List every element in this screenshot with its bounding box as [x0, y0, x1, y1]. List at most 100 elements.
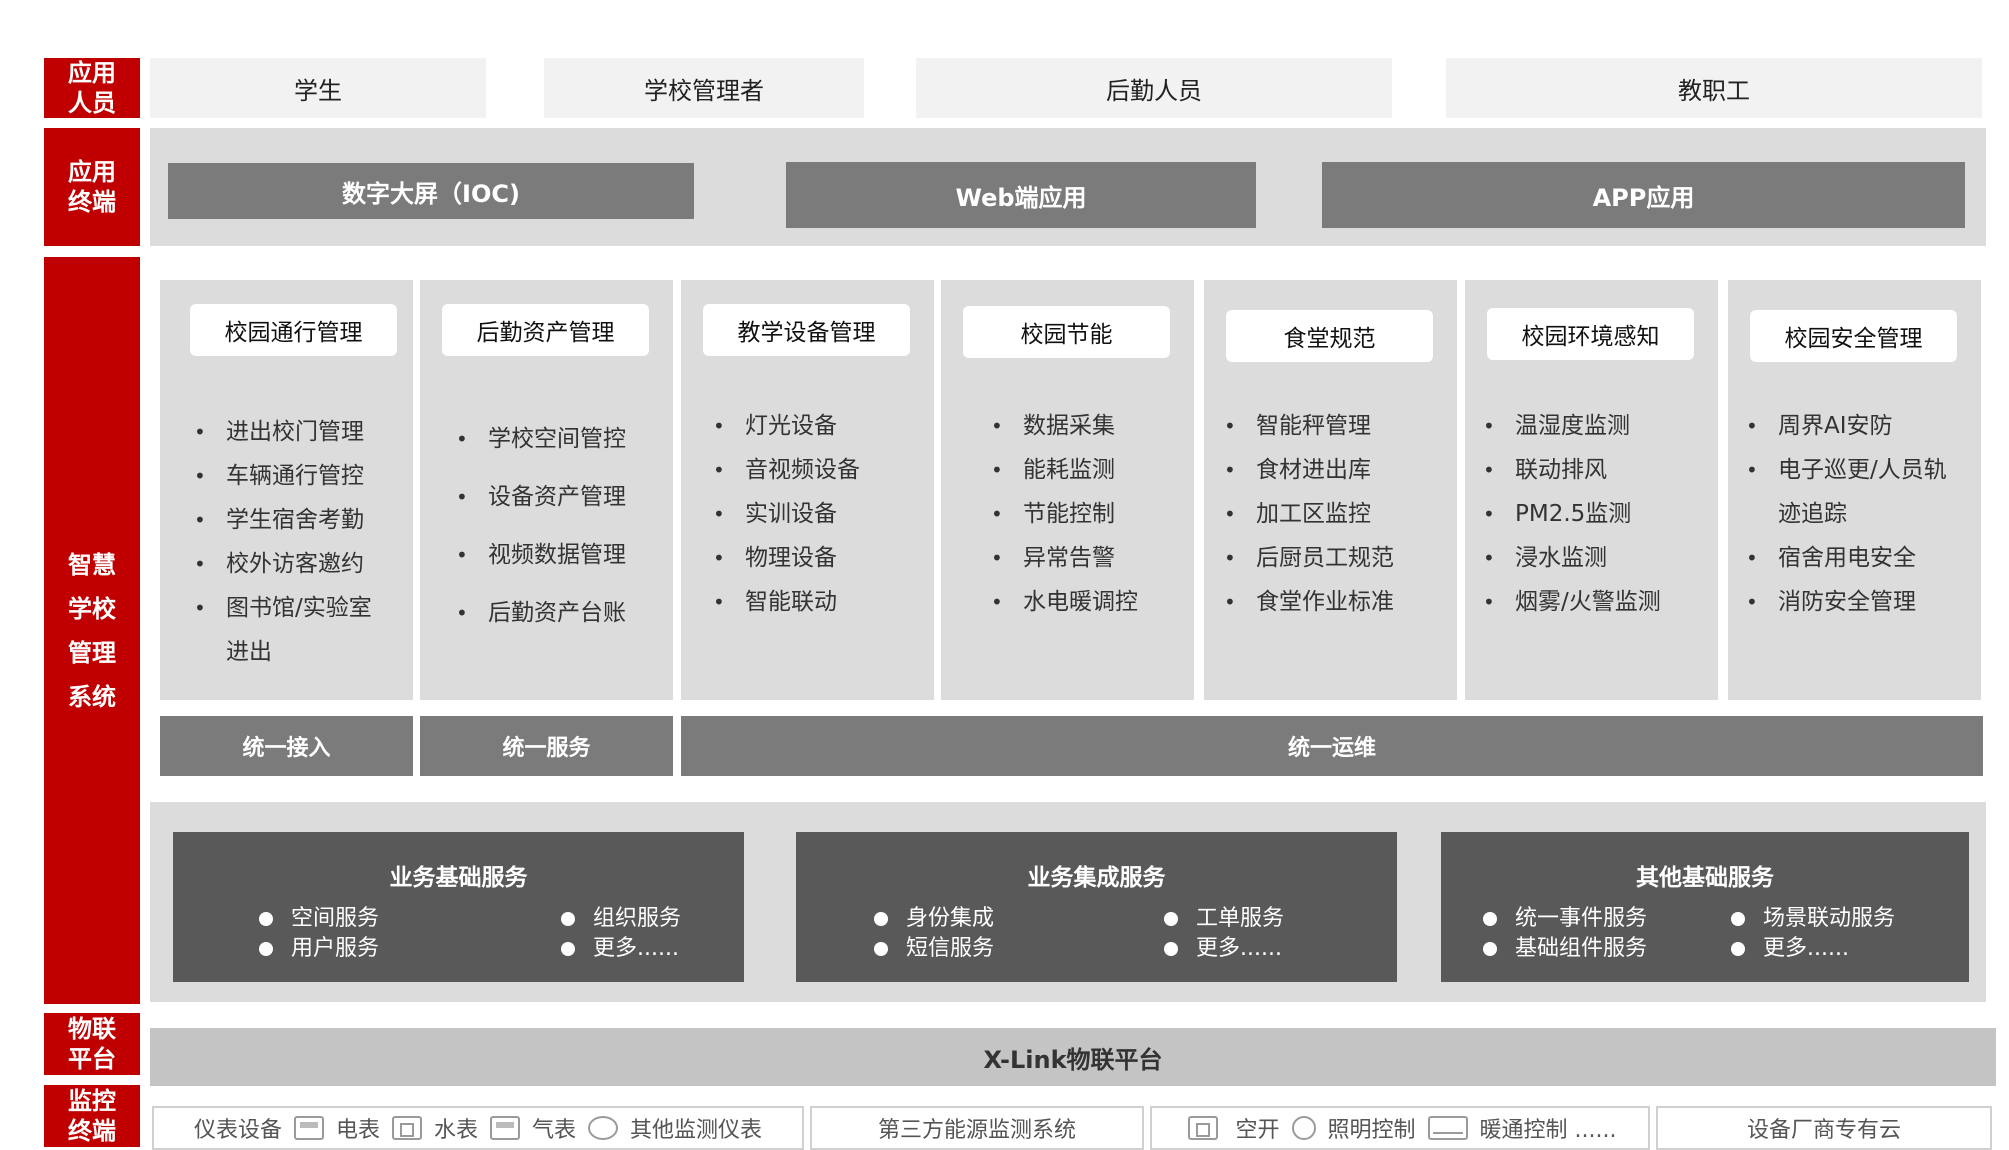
module-list: 数据采集 能耗监测 节能控制 异常告警 水电暖调控 [985, 404, 1185, 624]
list-item: 加工区监控 [1218, 492, 1448, 536]
list-item: 图书馆/实验室进出 [188, 586, 376, 674]
module-title: 教学设备管理 [703, 304, 910, 356]
module-list: 温湿度监测 联动排风 PM2.5监测 浸水监测 烟雾/火警监测 [1477, 404, 1707, 624]
module-column: 校园安全管理 周界AI安防 电子巡更/人员轨迹追踪 宿舍用电安全 消防安全管理 [1728, 280, 1981, 700]
list-item: 学生宿舍考勤 [188, 498, 398, 542]
monitor-group-meters: 仪表设备 电表 水表 气表 其他监测仪表 [152, 1106, 804, 1150]
service-box: 其他基础服务 统一事件服务 场景联动服务 基础组件服务 更多...... [1441, 832, 1969, 982]
terminal-ioc: 数字大屏（IOC) [168, 163, 694, 219]
module-column: 后勤资产管理 学校空间管控 设备资产管理 视频数据管理 后勤资产台账 [420, 280, 673, 700]
list-item: 食材进出库 [1218, 448, 1448, 492]
list-item: 能耗监测 [985, 448, 1185, 492]
module-list: 灯光设备 音视频设备 实训设备 物理设备 智能联动 [707, 404, 917, 624]
service-item: 更多...... [561, 934, 679, 964]
monitor-item: 仪表设备 [193, 1118, 282, 1143]
service-item: 身份集成 [874, 904, 994, 934]
list-item: 智能联动 [707, 580, 917, 624]
monitor-item: 水表 [433, 1118, 478, 1143]
terminal-app: APP应用 [1322, 162, 1965, 228]
module-list: 进出校门管理 车辆通行管控 学生宿舍考勤 校外访客邀约 图书馆/实验室进出 [188, 410, 398, 674]
list-item: 灯光设备 [707, 404, 917, 448]
module-list: 周界AI安防 电子巡更/人员轨迹追踪 宿舍用电安全 消防安全管理 [1740, 404, 1964, 624]
module-column: 校园环境感知 温湿度监测 联动排风 PM2.5监测 浸水监测 烟雾/火警监测 [1465, 280, 1718, 700]
xlink-platform: X-Link物联平台 [150, 1028, 1996, 1086]
list-item: 进出校门管理 [188, 410, 398, 454]
service-item: 场景联动服务 [1731, 904, 1895, 934]
user-logistics: 后勤人员 [916, 58, 1392, 118]
hvac-icon [1427, 1116, 1468, 1140]
module-column: 校园通行管理 进出校门管理 车辆通行管控 学生宿舍考勤 校外访客邀约 图书馆/实… [160, 280, 413, 700]
list-item: 浸水监测 [1477, 536, 1707, 580]
monitor-item: 设备厂商专有云 [1746, 1118, 1901, 1143]
unified-service-bar: 统一服务 [420, 716, 673, 776]
list-item: 智能秤管理 [1218, 404, 1448, 448]
module-list: 智能秤管理 食材进出库 加工区监控 后厨员工规范 食堂作业标准 [1218, 404, 1448, 624]
user-staff: 教职工 [1446, 58, 1982, 118]
list-item: 烟雾/火警监测 [1477, 580, 1707, 624]
list-item: PM2.5监测 [1477, 492, 1707, 536]
module-title: 食堂规范 [1226, 310, 1433, 362]
list-item: 后厨员工规范 [1218, 536, 1448, 580]
monitor-item: 电表 [335, 1118, 380, 1143]
module-title: 校园通行管理 [190, 304, 397, 356]
list-item: 校外访客邀约 [188, 542, 398, 586]
monitor-item: 其他监测仪表 [630, 1118, 763, 1143]
lighting-icon [1291, 1116, 1316, 1140]
module-title: 校园环境感知 [1487, 308, 1694, 360]
unified-ops-bar: 统一运维 [681, 716, 1983, 776]
list-item: 车辆通行管控 [188, 454, 398, 498]
layer-label-system: 智慧学校管理系统 [44, 257, 140, 1004]
service-item: 基础组件服务 [1483, 934, 1647, 964]
list-item: 周界AI安防 [1740, 404, 1964, 448]
service-item: 工单服务 [1164, 904, 1284, 934]
list-item: 食堂作业标准 [1218, 580, 1448, 624]
list-item: 异常告警 [985, 536, 1185, 580]
other-meter-icon [588, 1116, 619, 1140]
module-column: 校园节能 数据采集 能耗监测 节能控制 异常告警 水电暖调控 [941, 280, 1194, 700]
monitor-group-cloud: 设备厂商专有云 [1656, 1106, 1992, 1150]
service-item: 统一事件服务 [1483, 904, 1647, 934]
module-list: 学校空间管控 设备资产管理 视频数据管理 后勤资产台账 [450, 410, 660, 642]
service-title: 其他基础服务 [1636, 865, 1774, 891]
monitor-item: 气表 [532, 1118, 577, 1143]
monitor-group-thirdparty: 第三方能源监测系统 [810, 1106, 1144, 1150]
module-column: 教学设备管理 灯光设备 音视频设备 实训设备 物理设备 智能联动 [681, 280, 934, 700]
service-item: 短信服务 [874, 934, 994, 964]
list-item: 水电暖调控 [985, 580, 1185, 624]
layer-label-iot: 物联平台 [44, 1013, 140, 1075]
list-item: 视频数据管理 [450, 526, 660, 584]
monitor-item: 暖通控制 ...... [1479, 1118, 1617, 1143]
user-school-manager: 学校管理者 [544, 58, 864, 118]
list-item: 音视频设备 [707, 448, 917, 492]
service-box: 业务集成服务 身份集成 工单服务 短信服务 更多...... [796, 832, 1397, 982]
service-item: 更多...... [1164, 934, 1282, 964]
monitor-item: 空开 [1235, 1118, 1280, 1143]
layer-label-monitor: 监控终端 [44, 1085, 140, 1147]
meter-icon [293, 1116, 324, 1140]
list-item: 学校空间管控 [450, 410, 660, 468]
list-item: 节能控制 [985, 492, 1185, 536]
service-item: 组织服务 [561, 904, 681, 934]
module-title: 校园安全管理 [1750, 310, 1957, 362]
list-item: 联动排风 [1477, 448, 1707, 492]
list-item: 温湿度监测 [1477, 404, 1707, 448]
list-item: 物理设备 [707, 536, 917, 580]
service-title: 业务集成服务 [1027, 865, 1166, 891]
service-box: 业务基础服务 空间服务 组织服务 用户服务 更多...... [173, 832, 744, 982]
gas-meter-icon [490, 1116, 520, 1140]
layer-label-terminals: 应用终端 [44, 128, 140, 246]
service-item: 空间服务 [259, 904, 379, 934]
list-item: 后勤资产台账 [450, 584, 660, 642]
water-meter-icon [391, 1116, 422, 1140]
monitor-group-controls: 空开 照明控制 暖通控制 ...... [1150, 1106, 1650, 1150]
list-item: 实训设备 [707, 492, 917, 536]
monitor-item: 第三方能源监测系统 [877, 1118, 1076, 1143]
list-item: 电子巡更/人员轨迹追踪 [1740, 448, 1964, 536]
list-item: 数据采集 [985, 404, 1185, 448]
module-title: 后勤资产管理 [442, 304, 649, 356]
terminal-web: Web端应用 [786, 162, 1256, 228]
list-item: 宿舍用电安全 [1740, 536, 1964, 580]
list-item: 设备资产管理 [450, 468, 660, 526]
layer-label-users: 应用人员 [44, 58, 140, 118]
unified-access-bar: 统一接入 [160, 716, 413, 776]
